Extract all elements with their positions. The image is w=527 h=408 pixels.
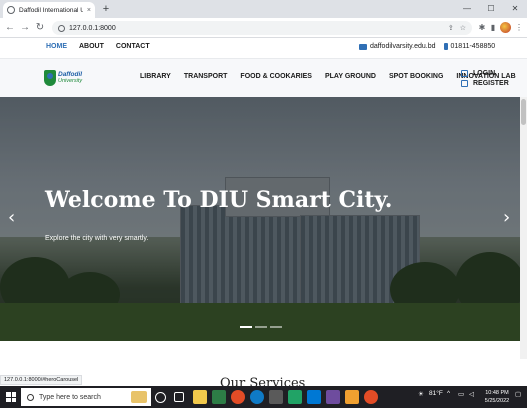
register-label: REGISTER	[473, 80, 509, 87]
carousel-next-icon[interactable]: ›	[503, 207, 510, 228]
back-button[interactable]: ←	[3, 21, 17, 35]
nav-about-link[interactable]: ABOUT	[79, 43, 104, 50]
register-link[interactable]: REGISTER	[461, 80, 509, 87]
contact-info: daffodilvarsity.edu.bd 01811-458850	[359, 43, 495, 50]
forward-button[interactable]: →	[18, 21, 32, 35]
mail-icon	[359, 43, 367, 50]
carousel-prev-icon[interactable]: ‹	[8, 207, 15, 228]
top-nav: HOME ABOUT CONTACT	[46, 43, 150, 50]
volume-icon[interactable]: ◁	[469, 390, 474, 398]
search-highlight-icon	[131, 391, 147, 403]
menu-transport[interactable]: TRANSPORT	[184, 73, 228, 80]
app-icon[interactable]	[326, 390, 340, 404]
share-icon[interactable]: ⇪	[448, 24, 454, 32]
app-icon[interactable]	[345, 390, 359, 404]
menu-kebab-icon[interactable]: ⋮	[513, 21, 525, 35]
globe-icon	[7, 6, 15, 14]
windows-start-icon[interactable]	[6, 392, 16, 402]
login-label: LOGIN	[473, 70, 496, 77]
minimize-button[interactable]: —	[455, 0, 479, 18]
contact-phone: 01811-458850	[450, 43, 496, 50]
sidepanel-icon[interactable]: ▮	[487, 21, 499, 35]
user-icon	[461, 70, 468, 77]
site-info-icon[interactable]	[58, 24, 65, 32]
contact-email[interactable]: daffodilvarsity.edu.bd	[370, 43, 436, 50]
register-icon	[461, 80, 468, 87]
edge-icon[interactable]	[250, 390, 264, 404]
bookmark-star-icon[interactable]: ☆	[460, 24, 466, 32]
logo-emblem-icon	[44, 70, 56, 86]
task-view-icon[interactable]	[174, 392, 184, 402]
browser-tab-strip: Daffodil International University × + — …	[0, 0, 527, 18]
app-icon[interactable]	[212, 390, 226, 404]
logo-line2: University	[58, 78, 83, 84]
menu-food-cookaries[interactable]: FOOD & COOKARIES	[240, 73, 312, 80]
status-url: 127.0.0.1:8000/#heroCarousel	[0, 375, 83, 385]
login-link[interactable]: LOGIN	[461, 70, 509, 77]
url-text: 127.0.0.1:8000	[69, 24, 116, 32]
chrome-icon[interactable]	[364, 390, 378, 404]
site-topbar: HOME ABOUT CONTACT daffodilvarsity.edu.b…	[0, 38, 527, 58]
menu-spot-booking[interactable]: SPOT BOOKING	[389, 73, 443, 80]
carousel-indicator[interactable]	[240, 326, 252, 328]
logo-line1: Daffodil	[58, 71, 83, 78]
main-menu: LIBRARY TRANSPORT FOOD & COOKARIES PLAY …	[140, 73, 516, 80]
page-scrollbar[interactable]	[520, 97, 527, 359]
browser-toolbar: ← → ↻ 127.0.0.1:8000 ⇪ ☆ ✱ ▮ ⋮	[0, 18, 527, 38]
taskbar-clock[interactable]: 10:48 PM 5/25/2022	[482, 389, 512, 405]
cortana-icon[interactable]	[155, 392, 166, 403]
hero-overlay	[0, 97, 520, 341]
reload-button[interactable]: ↻	[33, 21, 47, 35]
clock-date: 5/25/2022	[484, 398, 510, 404]
menu-library[interactable]: LIBRARY	[140, 73, 171, 80]
vscode-icon[interactable]	[307, 390, 321, 404]
tray-chevron-icon[interactable]: ^	[447, 390, 450, 397]
app-icon[interactable]	[269, 390, 283, 404]
nav-contact-link[interactable]: CONTACT	[116, 43, 150, 50]
scrollbar-thumb[interactable]	[521, 99, 526, 125]
windows-taskbar: Type here to search ☀ 81°F ^ ▭ ◁ 10:48 P…	[0, 386, 527, 408]
new-tab-button[interactable]: +	[99, 2, 113, 16]
menu-play-ground[interactable]: PLAY GROUND	[325, 73, 376, 80]
file-explorer-icon[interactable]	[193, 390, 207, 404]
hero-title: Welcome To DIU Smart City.	[45, 187, 393, 213]
carousel-indicator[interactable]	[255, 326, 267, 328]
hero-carousel: Welcome To DIU Smart City. Explore the c…	[0, 97, 520, 341]
carousel-indicators	[240, 326, 282, 328]
weather-icon[interactable]: ☀	[418, 390, 424, 398]
chrome-icon[interactable]	[231, 390, 245, 404]
network-icon[interactable]: ▭	[458, 390, 464, 398]
carousel-indicator[interactable]	[270, 326, 282, 328]
hero-subtitle: Explore the city with very smartly.	[45, 235, 149, 242]
app-icon[interactable]	[288, 390, 302, 404]
main-navbar: Daffodil University LIBRARY TRANSPORT FO…	[0, 58, 527, 97]
profile-avatar[interactable]	[500, 22, 511, 33]
tab-title: Daffodil International University	[19, 6, 83, 14]
university-logo[interactable]: Daffodil University	[44, 67, 88, 89]
browser-tab[interactable]: Daffodil International University ×	[3, 2, 95, 18]
taskbar-search[interactable]: Type here to search	[21, 388, 151, 406]
nav-home-link[interactable]: HOME	[46, 43, 67, 50]
close-window-button[interactable]: ✕	[503, 0, 527, 18]
search-icon	[27, 393, 34, 401]
close-tab-icon[interactable]: ×	[87, 7, 91, 14]
auth-links: LOGIN REGISTER	[461, 70, 509, 87]
taskbar-search-placeholder: Type here to search	[39, 393, 101, 401]
maximize-button[interactable]: ☐	[479, 0, 503, 18]
notification-icon[interactable]: ▢	[515, 390, 521, 398]
temperature[interactable]: 81°F	[429, 390, 443, 397]
phone-icon	[443, 43, 448, 50]
address-bar[interactable]: 127.0.0.1:8000 ⇪ ☆	[52, 21, 472, 35]
clock-time: 10:48 PM	[485, 390, 509, 396]
